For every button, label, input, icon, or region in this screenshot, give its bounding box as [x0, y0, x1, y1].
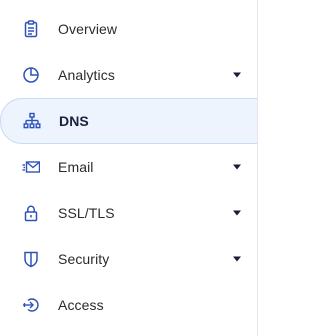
- sidebar-item-security[interactable]: Security: [0, 236, 257, 282]
- chevron-down-icon[interactable]: [233, 72, 241, 78]
- sidebar-item-dns[interactable]: DNS: [0, 98, 257, 144]
- sidebar-item-ssl-tls[interactable]: SSL/TLS: [0, 190, 257, 236]
- shield-icon: [22, 250, 40, 268]
- chevron-down-icon[interactable]: [233, 256, 241, 262]
- clipboard-icon: [22, 20, 40, 38]
- access-icon: [22, 296, 40, 314]
- sidebar-item-label: Overview: [58, 21, 118, 37]
- pie-chart-icon: [22, 66, 40, 84]
- sidebar-item-label: DNS: [59, 113, 89, 129]
- sidebar-item-overview[interactable]: Overview: [0, 6, 257, 52]
- sidebar-item-label: Security: [58, 251, 110, 267]
- sidebar-item-label: Analytics: [58, 67, 115, 83]
- lock-icon: [22, 204, 40, 222]
- sidebar-divider: [257, 0, 258, 336]
- sidebar-nav: Overview Analytics DNS Email SSL/TLS Sec…: [0, 6, 257, 328]
- sidebar-item-label: Access: [58, 297, 104, 313]
- network-icon: [23, 112, 41, 130]
- sidebar-item-label: Email: [58, 159, 94, 175]
- sidebar-item-access[interactable]: Access: [0, 282, 257, 328]
- envelope-icon: [22, 158, 40, 176]
- sidebar-item-label: SSL/TLS: [58, 205, 115, 221]
- chevron-down-icon[interactable]: [233, 164, 241, 170]
- chevron-down-icon[interactable]: [233, 210, 241, 216]
- sidebar-item-analytics[interactable]: Analytics: [0, 52, 257, 98]
- sidebar-item-email[interactable]: Email: [0, 144, 257, 190]
